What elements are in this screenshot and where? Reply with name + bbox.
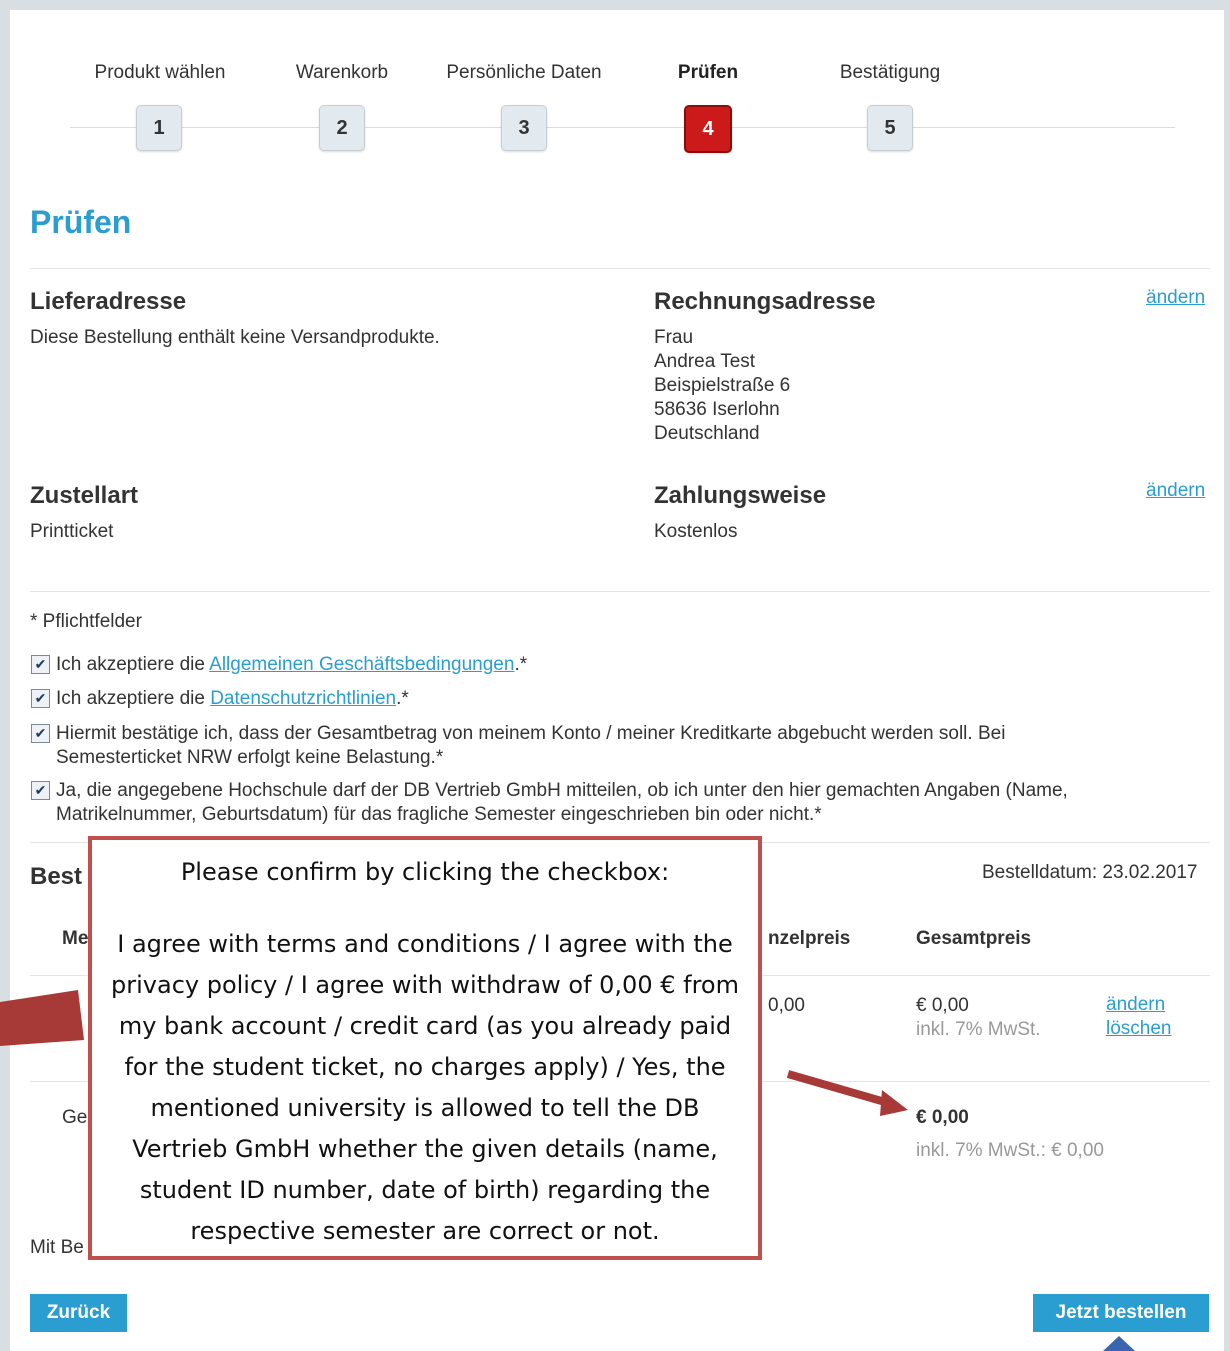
billing-address: Frau Andrea Test Beispielstraße 6 58636 … <box>654 326 790 446</box>
billing-line: 58636 Iserlohn <box>654 399 780 420</box>
agb-link[interactable]: Allgemeinen Geschäftsbedingungen <box>209 654 514 675</box>
payment-change-link[interactable]: ändern <box>1146 480 1205 502</box>
sum-label: Ge <box>62 1107 88 1128</box>
billing-change-link[interactable]: ändern <box>1146 287 1205 309</box>
row-total-price: € 0,00 <box>916 995 969 1016</box>
row-unit-price: 0,00 <box>768 995 805 1016</box>
col-quantity: Me <box>62 928 89 949</box>
payment-heading: Zahlungsweise <box>654 482 827 509</box>
footer-note: Mit Be <box>30 1237 84 1258</box>
order-now-button[interactable]: Jetzt bestellen <box>1033 1294 1209 1332</box>
frame-border-left <box>0 0 10 1351</box>
step-label-5: Bestätigung <box>839 62 941 83</box>
row-vat-note: inkl. 7% MwSt. <box>916 1019 1041 1040</box>
order-heading: Best <box>30 863 83 890</box>
sum-total: € 0,00 <box>916 1107 969 1128</box>
checkbox-checked-icon: ✔ <box>34 725 47 741</box>
privacy-checkbox[interactable]: ✔ <box>31 689 50 708</box>
divider <box>30 268 1210 269</box>
university-consent: Ja, die angegebene Hochschule darf der D… <box>56 780 1068 825</box>
shipping-heading: Zustellart <box>30 482 139 509</box>
step-label-4: Prüfen <box>677 62 739 83</box>
annotation-arrow-left-icon <box>0 990 84 1046</box>
row-change-link[interactable]: ändern <box>1106 994 1165 1016</box>
university-checkbox[interactable]: ✔ <box>31 781 50 800</box>
billing-line: Frau <box>654 327 694 348</box>
sum-vat-note: inkl. 7% MwSt.: € 0,00 <box>916 1140 1104 1161</box>
shipping-value: Printticket <box>30 521 114 542</box>
privacy-consent: Ich akzeptiere die Datenschutzrichtlinie… <box>56 687 409 711</box>
checkbox-checked-icon: ✔ <box>34 690 47 706</box>
agb-suffix: .* <box>514 654 528 675</box>
payment-value: Kostenlos <box>654 521 738 542</box>
step-2[interactable]: 2 <box>319 105 365 151</box>
annotation-overlay: Please confirm by clicking the checkbox:… <box>88 836 762 1260</box>
frame-border-right <box>1224 0 1230 1351</box>
divider <box>30 591 1210 592</box>
billing-line: Deutschland <box>654 423 760 444</box>
privacy-link[interactable]: Datenschutzrichtlinien <box>210 688 396 709</box>
col-unit-price: nzelpreis <box>768 928 851 949</box>
step-4-current: 4 <box>684 105 732 153</box>
step-1[interactable]: 1 <box>136 105 182 151</box>
checkbox-checked-icon: ✔ <box>34 656 47 672</box>
overlay-body: I agree with terms and conditions / I ag… <box>111 930 739 1245</box>
checkbox-checked-icon: ✔ <box>34 782 47 798</box>
overlay-title: Please confirm by clicking the checkbox: <box>180 858 670 886</box>
stepper-line <box>70 127 1175 128</box>
step-label-3: Persönliche Daten <box>446 62 602 83</box>
frame-border-top <box>0 0 1230 10</box>
row-delete-link[interactable]: löschen <box>1106 1018 1172 1040</box>
step-label-2: Warenkorb <box>295 62 389 83</box>
annotation-arrow-icon <box>786 1070 908 1116</box>
required-note: * Pflichtfelder <box>30 611 142 632</box>
col-total-price: Gesamtpreis <box>916 928 1032 949</box>
step-3[interactable]: 3 <box>501 105 547 151</box>
step-5: 5 <box>867 105 913 151</box>
agb-consent: Ich akzeptiere die Allgemeinen Geschäfts… <box>56 653 527 677</box>
delivery-heading: Lieferadresse <box>30 288 187 315</box>
billing-line: Beispielstraße 6 <box>654 375 791 396</box>
delivery-text: Diese Bestellung enthält keine Versandpr… <box>30 327 440 348</box>
billing-line: Andrea Test <box>654 351 756 372</box>
step-label-1: Produkt wählen <box>94 62 226 83</box>
billing-heading: Rechnungsadresse <box>654 288 876 315</box>
back-button[interactable]: Zurück <box>30 1294 127 1332</box>
pointer-marker-icon <box>1103 1336 1135 1351</box>
debit-consent: Hiermit bestätige ich, dass der Gesamtbe… <box>56 723 1006 768</box>
agb-prefix: Ich akzeptiere die <box>56 654 210 675</box>
page-title: Prüfen <box>30 204 132 240</box>
privacy-prefix: Ich akzeptiere die <box>56 688 211 709</box>
debit-checkbox[interactable]: ✔ <box>31 724 50 743</box>
order-date: Bestelldatum: 23.02.2017 <box>982 862 1198 883</box>
agb-checkbox[interactable]: ✔ <box>31 655 50 674</box>
privacy-suffix: .* <box>396 688 409 709</box>
